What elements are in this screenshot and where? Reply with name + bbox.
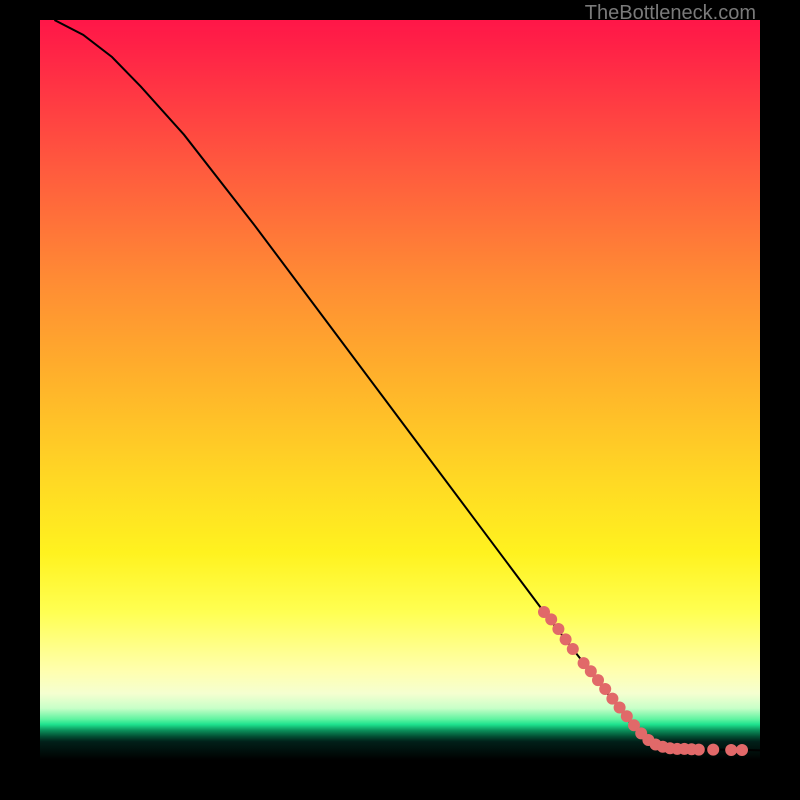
data-marker bbox=[736, 744, 748, 756]
data-marker bbox=[545, 613, 557, 625]
data-marker bbox=[599, 683, 611, 695]
data-marker bbox=[725, 744, 737, 756]
chart-container: TheBottleneck.com bbox=[0, 0, 800, 800]
data-marker bbox=[552, 623, 564, 635]
bottleneck-curve bbox=[54, 20, 760, 750]
plot-area bbox=[40, 20, 760, 760]
marker-group bbox=[538, 606, 748, 756]
data-marker bbox=[707, 744, 719, 756]
data-marker bbox=[560, 633, 572, 645]
curve-svg bbox=[40, 20, 760, 760]
data-marker bbox=[693, 744, 705, 756]
data-marker bbox=[567, 643, 579, 655]
